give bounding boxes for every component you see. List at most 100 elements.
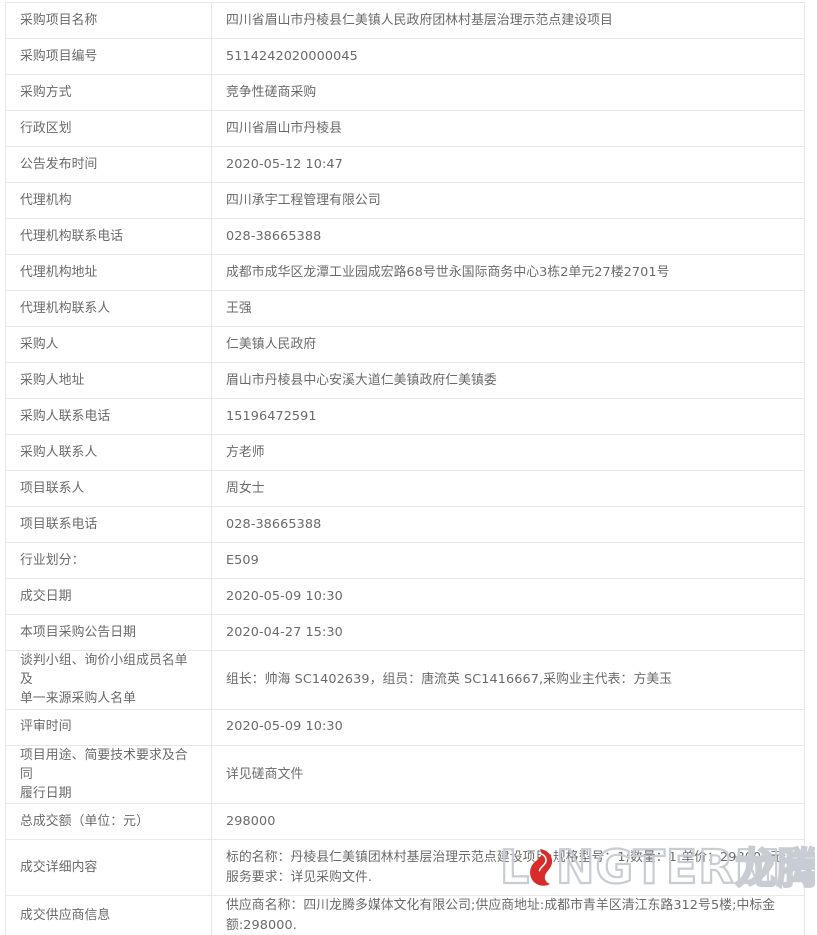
value-text: 仁美镇人民政府	[226, 336, 317, 352]
value-text: 方老师	[226, 444, 265, 460]
label-text: 采购人	[20, 336, 59, 352]
table-row: 采购项目名称 四川省眉山市丹棱县仁美镇人民政府团林村基层治理示范点建设项目	[5, 2, 805, 39]
table-cell-label: 采购项目编号	[5, 38, 212, 75]
label-text: 代理机构联系人	[20, 300, 111, 316]
table-cell-value: 供应商名称：四川龙腾多媒体文化有限公司;供应商地址:成都市青羊区清江东路312号…	[211, 895, 805, 935]
table-row: 谈判小组、询价小组成员名单及 单一来源采购人名单 组长：帅海 SC1402639，…	[5, 650, 805, 710]
label-text: 采购人联系电话	[20, 408, 111, 424]
value-text: 竞争性磋商采购	[226, 84, 317, 100]
value-text: 眉山市丹棱县中心安溪大道仁美镇政府仁美镇委	[226, 372, 497, 388]
table-cell-value: 15196472591	[211, 398, 805, 435]
label-text: 评审时间	[20, 719, 72, 735]
table-cell-label: 成交日期	[5, 578, 212, 615]
table-row: 成交详细内容 标的名称：丹棱县仁美镇团林村基层治理示范点建设项目;规格型号：1;数…	[5, 839, 805, 897]
value-text: E509	[226, 552, 259, 568]
label-text: 代理机构地址	[20, 264, 98, 280]
table-row: 本项目采购公告日期 2020-04-27 15:30	[5, 614, 805, 651]
table-row: 采购人 仁美镇人民政府	[5, 326, 805, 363]
table-cell-value: 四川省眉山市丹棱县	[211, 110, 805, 147]
table-cell-label: 项目联系人	[5, 470, 212, 507]
label-text: 成交日期	[20, 588, 72, 604]
value-text: 15196472591	[226, 408, 317, 424]
table-cell-value: 王强	[211, 290, 805, 327]
value-text: 组长：帅海 SC1402639，组员：唐流英 SC1416667,采购业主代表：…	[226, 672, 673, 688]
label-text: 本项目采购公告日期	[20, 624, 137, 640]
label-text: 公告发布时间	[20, 156, 98, 172]
value-text: 标的名称：丹棱县仁美镇团林村基层治理示范点建设项目;规格型号：1;数量：1;单价…	[226, 850, 787, 885]
table-row: 采购方式 竞争性磋商采购	[5, 74, 805, 111]
label-text: 采购人地址	[20, 372, 85, 388]
table-cell-label: 采购人联系电话	[5, 398, 212, 435]
label-text: 采购人联系人	[20, 444, 98, 460]
table-cell-label: 代理机构	[5, 182, 212, 219]
label-text: 行业划分：	[20, 552, 85, 568]
value-text: 2020-05-09 10:30	[226, 719, 343, 735]
label-text: 成交详细内容	[20, 860, 98, 876]
table-cell-label: 代理机构联系人	[5, 290, 212, 327]
label-text: 代理机构	[20, 192, 72, 208]
procurement-detail-page: 采购项目名称 四川省眉山市丹棱县仁美镇人民政府团林村基层治理示范点建设项目 采购项目…	[0, 0, 817, 935]
label-text: 代理机构联系电话	[20, 228, 124, 244]
table-row: 评审时间 2020-05-09 10:30	[5, 708, 805, 746]
table-cell-label: 总成交额（单位：元）	[5, 803, 212, 841]
label-text: 总成交额（单位：元）	[20, 814, 149, 830]
value-text: 298000	[226, 814, 276, 830]
table-row: 总成交额（单位：元） 298000	[5, 803, 805, 841]
table-cell-value: 周女士	[211, 470, 805, 507]
value-text: 四川省眉山市丹棱县仁美镇人民政府团林村基层治理示范点建设项目	[226, 12, 613, 28]
table-cell-value: 眉山市丹棱县中心安溪大道仁美镇政府仁美镇委	[211, 362, 805, 399]
value-text: 四川承宇工程管理有限公司	[226, 192, 381, 208]
table-cell-label: 项目联系电话	[5, 506, 212, 543]
table-cell-label: 采购方式	[5, 74, 212, 111]
table-cell-label: 成交供应商信息	[5, 895, 212, 935]
table-row: 采购项目编号 5114242020000045	[5, 38, 805, 75]
table-cell-value: 四川承宇工程管理有限公司	[211, 182, 805, 219]
table-row: 项目用途、简要技术要求及合同 履行日期 详见磋商文件	[5, 744, 805, 805]
table-row: 采购人地址 眉山市丹棱县中心安溪大道仁美镇政府仁美镇委	[5, 362, 805, 399]
table-cell-value: 2020-05-09 10:30	[211, 708, 805, 746]
table-cell-value: 成都市成华区龙潭工业园成宏路68号世永国际商务中心3栋2单元27楼2701号	[211, 254, 805, 291]
table-row: 采购人联系人 方老师	[5, 434, 805, 471]
table-cell-label: 代理机构联系电话	[5, 218, 212, 255]
table-row: 代理机构联系人 王强	[5, 290, 805, 327]
table-cell-value: 028-38665388	[211, 218, 805, 255]
value-text: 四川省眉山市丹棱县	[226, 120, 343, 136]
value-text: 028-38665388	[226, 516, 322, 532]
table-cell-label: 采购人	[5, 326, 212, 363]
table-row: 成交日期 2020-05-09 10:30	[5, 578, 805, 615]
value-text: 王强	[226, 300, 252, 316]
table-row: 代理机构联系电话 028-38665388	[5, 218, 805, 255]
value-text: 028-38665388	[226, 228, 322, 244]
table-row: 行业划分： E509	[5, 542, 805, 579]
table-cell-label: 成交详细内容	[5, 839, 212, 897]
value-text: 成都市成华区龙潭工业园成宏路68号世永国际商务中心3栋2单元27楼2701号	[226, 264, 670, 280]
table-cell-value: 2020-05-09 10:30	[211, 578, 805, 615]
table-row: 成交供应商信息 供应商名称：四川龙腾多媒体文化有限公司;供应商地址:成都市青羊区清…	[5, 895, 805, 935]
table-cell-value: 2020-04-27 15:30	[211, 614, 805, 651]
table-row: 采购人联系电话 15196472591	[5, 398, 805, 435]
value-text: 周女士	[226, 480, 265, 496]
table-row: 项目联系电话 028-38665388	[5, 506, 805, 543]
table-cell-label: 采购人联系人	[5, 434, 212, 471]
value-text: 2020-05-09 10:30	[226, 588, 343, 604]
table-cell-label: 代理机构地址	[5, 254, 212, 291]
table-cell-value: 组长：帅海 SC1402639，组员：唐流英 SC1416667,采购业主代表：…	[211, 650, 805, 710]
table-cell-value: 四川省眉山市丹棱县仁美镇人民政府团林村基层治理示范点建设项目	[211, 2, 805, 39]
table-cell-value: 详见磋商文件	[211, 744, 805, 805]
table-cell-label: 采购人地址	[5, 362, 212, 399]
label-text: 谈判小组、询价小组成员名单及 单一来源采购人名单	[20, 653, 188, 707]
table-cell-label: 行政区划	[5, 110, 212, 147]
table-cell-value: 仁美镇人民政府	[211, 326, 805, 363]
table-cell-value: E509	[211, 542, 805, 579]
value-text: 供应商名称：四川龙腾多媒体文化有限公司;供应商地址:成都市青羊区清江东路312号…	[226, 898, 776, 933]
value-text: 5114242020000045	[226, 48, 358, 64]
table-cell-label: 评审时间	[5, 708, 212, 746]
table-cell-label: 谈判小组、询价小组成员名单及 单一来源采购人名单	[5, 650, 212, 710]
label-text: 采购方式	[20, 84, 72, 100]
table-row: 代理机构地址 成都市成华区龙潭工业园成宏路68号世永国际商务中心3栋2单元27楼2…	[5, 254, 805, 291]
table-cell-value: 竞争性磋商采购	[211, 74, 805, 111]
table-cell-value: 2020-05-12 10:47	[211, 146, 805, 183]
value-text: 2020-05-12 10:47	[226, 156, 343, 172]
label-text: 项目联系电话	[20, 516, 98, 532]
table-body: 采购项目名称 四川省眉山市丹棱县仁美镇人民政府团林村基层治理示范点建设项目 采购项目…	[5, 2, 805, 935]
